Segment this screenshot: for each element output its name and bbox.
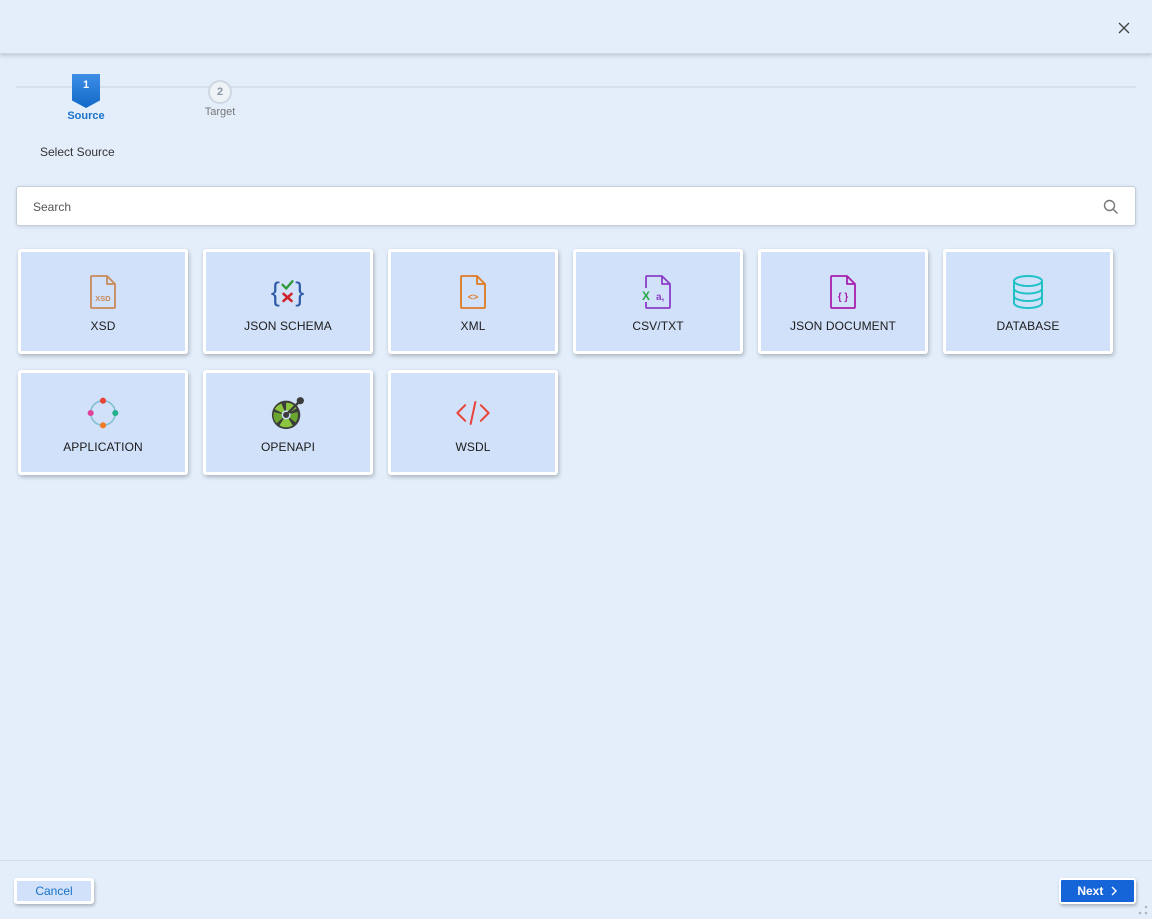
- openapi-icon: [271, 397, 304, 430]
- dialog-header: [0, 0, 1152, 54]
- svg-text:{: {: [271, 277, 280, 307]
- tile-label: CSV/TXT: [632, 319, 684, 333]
- step-label: Source: [67, 110, 105, 122]
- next-button[interactable]: Next: [1059, 878, 1136, 904]
- application-icon: [87, 397, 119, 429]
- source-grid: XSD XSD { } JSON SCHEMA <> XML X a, CSV/…: [18, 249, 1128, 475]
- source-tile-csv[interactable]: X a, CSV/TXT: [573, 249, 743, 354]
- source-tile-database[interactable]: DATABASE: [943, 249, 1113, 354]
- step-label: Target: [204, 106, 236, 118]
- source-tile-json-document[interactable]: { } JSON DOCUMENT: [758, 249, 928, 354]
- source-tile-xsd[interactable]: XSD XSD: [18, 249, 188, 354]
- wizard-stepper: 1 Source 2 Target: [0, 70, 1152, 130]
- cancel-button[interactable]: Cancel: [14, 878, 94, 904]
- tile-label: APPLICATION: [63, 440, 143, 454]
- svg-text:<>: <>: [468, 292, 479, 302]
- json-schema-icon: { }: [271, 277, 304, 307]
- tile-label: WSDL: [455, 440, 491, 454]
- xml-file-icon: <>: [460, 275, 486, 309]
- tile-label: OPENAPI: [260, 440, 316, 454]
- step-source[interactable]: 1 Source: [56, 74, 116, 122]
- svg-text:X: X: [642, 289, 650, 303]
- source-tile-wsdl[interactable]: WSDL: [388, 370, 558, 475]
- xsd-file-icon: XSD: [90, 275, 116, 309]
- source-tile-json-schema[interactable]: { } JSON SCHEMA: [203, 249, 373, 354]
- json-document-icon: { }: [830, 275, 856, 309]
- tile-label: JSON DOCUMENT: [790, 319, 896, 333]
- section-title: Select Source: [40, 145, 115, 159]
- svg-text:a,: a,: [656, 292, 665, 303]
- wsdl-code-icon: [456, 401, 490, 425]
- search-icon[interactable]: [1103, 199, 1119, 215]
- tile-label: DATABASE: [996, 319, 1060, 333]
- chevron-right-icon: [1111, 886, 1117, 896]
- tile-label: XSD: [90, 319, 116, 333]
- csv-file-icon: X a,: [641, 275, 671, 309]
- tile-label: JSON SCHEMA: [244, 319, 332, 333]
- database-icon: [1013, 275, 1043, 309]
- close-icon[interactable]: [1116, 20, 1132, 36]
- next-label: Next: [1077, 884, 1104, 898]
- source-tile-xml[interactable]: <> XML: [388, 249, 558, 354]
- tile-label: XML: [460, 319, 486, 333]
- step-number: 2: [208, 80, 232, 104]
- search-box[interactable]: [16, 186, 1136, 226]
- search-input[interactable]: [33, 197, 1093, 217]
- dialog-footer: Cancel Next: [0, 860, 1152, 919]
- resize-grip-icon[interactable]: [1137, 904, 1149, 916]
- source-tile-openapi[interactable]: OPENAPI: [203, 370, 373, 475]
- svg-text:{ }: { }: [838, 292, 849, 303]
- step-target[interactable]: 2 Target: [190, 80, 250, 118]
- step-number: 1: [72, 74, 100, 108]
- source-tile-application[interactable]: APPLICATION: [18, 370, 188, 475]
- stepper-line: [16, 86, 1136, 88]
- svg-text:}: }: [295, 277, 304, 307]
- svg-text:XSD: XSD: [95, 294, 111, 303]
